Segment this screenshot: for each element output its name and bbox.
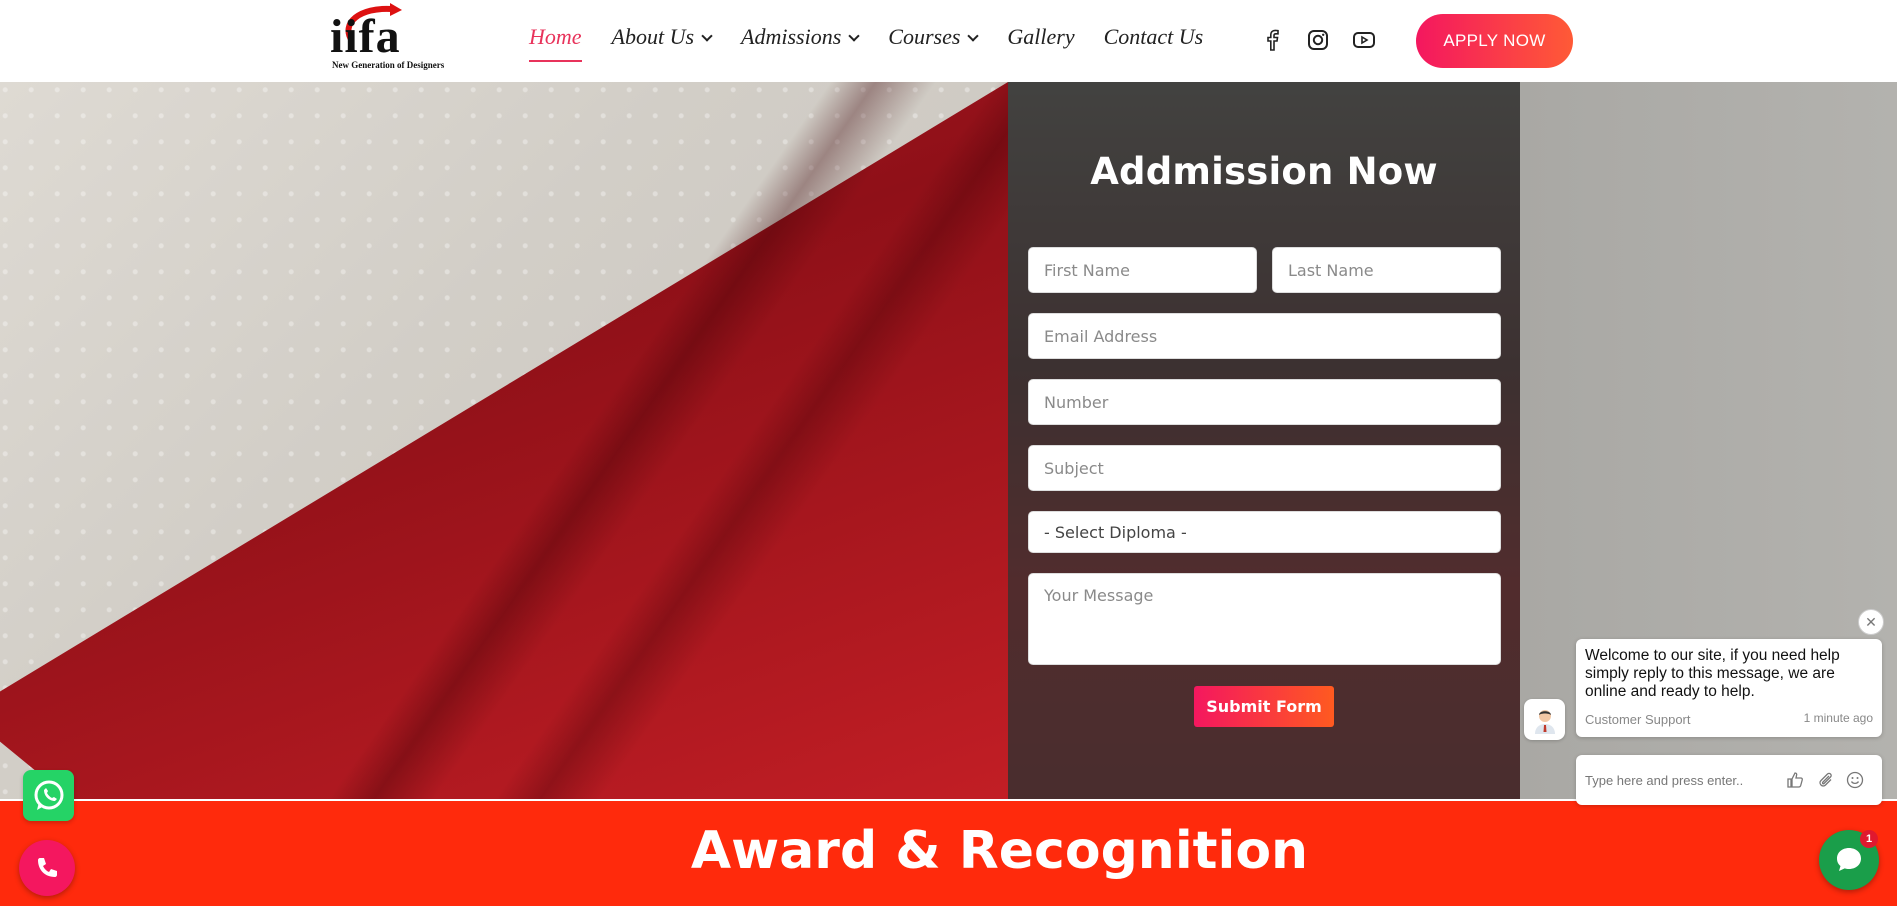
chevron-down-icon	[848, 30, 860, 42]
nav-gallery[interactable]: Gallery	[1007, 24, 1074, 50]
number-field[interactable]	[1028, 379, 1501, 425]
award-section: Award & Recognition	[0, 799, 1897, 906]
support-agent-icon	[1534, 709, 1555, 734]
submit-form-button[interactable]: Submit Form	[1194, 686, 1334, 727]
chat-sender: Customer Support	[1585, 712, 1691, 727]
award-title: Award & Recognition	[690, 821, 1309, 881]
whatsapp-icon	[34, 780, 63, 810]
youtube-icon[interactable]	[1352, 28, 1376, 52]
nav-home-label: Home	[529, 24, 582, 49]
diploma-select-value: - Select Diploma -	[1044, 522, 1187, 542]
logo-text: iifa	[330, 10, 401, 63]
nav-admissions-label: Admissions	[741, 24, 842, 49]
emoji-icon[interactable]	[1845, 770, 1865, 790]
chat-timestamp: 1 minute ago	[1803, 711, 1873, 725]
nav-home[interactable]: Home	[529, 24, 582, 62]
nav-contact-us[interactable]: Contact Us	[1104, 24, 1204, 50]
nav-contact-us-label: Contact Us	[1103, 24, 1204, 49]
last-name-field[interactable]	[1272, 247, 1501, 293]
phone-icon	[38, 858, 57, 877]
whatsapp-button[interactable]	[23, 770, 74, 821]
instagram-icon[interactable]	[1306, 28, 1330, 52]
last-name-input[interactable]	[1288, 260, 1485, 280]
chat-bubble-icon	[1837, 848, 1861, 871]
chat-input[interactable]	[1585, 772, 1775, 788]
call-button[interactable]	[19, 840, 75, 896]
hero-fabric-folds	[0, 82, 1008, 799]
nav-about-us-label: About Us	[611, 24, 695, 49]
nav-courses[interactable]: Courses	[888, 24, 980, 50]
paperclip-icon[interactable]	[1816, 770, 1836, 790]
site-header: iifa New Generation of Designers Home Ab…	[0, 0, 1897, 82]
nav-about-us[interactable]: About Us	[611, 24, 713, 50]
nav-courses-label: Courses	[888, 24, 961, 49]
chevron-down-icon	[701, 30, 713, 42]
subject-field[interactable]	[1028, 445, 1501, 491]
chevron-down-icon	[967, 30, 980, 42]
facebook-icon[interactable]	[1260, 28, 1284, 52]
logo-tagline: New Generation of Designers	[332, 60, 445, 70]
email-input[interactable]	[1044, 326, 1485, 346]
main-nav: Home About Us Admissions Courses Gallery…	[529, 24, 1204, 62]
message-input[interactable]	[1044, 586, 1485, 656]
chat-message-text: Welcome to our site, if you need help si…	[1585, 647, 1840, 700]
thumbs-up-icon[interactable]	[1785, 770, 1805, 790]
first-name-input[interactable]	[1044, 260, 1241, 280]
nav-admissions[interactable]: Admissions	[741, 24, 860, 50]
logo[interactable]: iifa New Generation of Designers	[330, 3, 465, 71]
email-field[interactable]	[1028, 313, 1501, 359]
chat-message-bubble: Welcome to our site, if you need help si…	[1576, 639, 1882, 737]
apply-now-button[interactable]: APPLY NOW	[1416, 14, 1573, 68]
support-avatar	[1524, 699, 1565, 740]
form-title: Addmission Now	[1090, 150, 1438, 193]
number-input[interactable]	[1044, 392, 1485, 412]
subject-input[interactable]	[1044, 458, 1485, 478]
message-field[interactable]	[1028, 573, 1501, 665]
chat-notification-badge: 1	[1860, 830, 1878, 848]
nav-gallery-label: Gallery	[1007, 24, 1075, 49]
chat-close-icon[interactable]: ✕	[1858, 609, 1884, 635]
first-name-field[interactable]	[1028, 247, 1257, 293]
diploma-select[interactable]: - Select Diploma -	[1028, 511, 1501, 553]
chat-input-box	[1576, 755, 1882, 805]
